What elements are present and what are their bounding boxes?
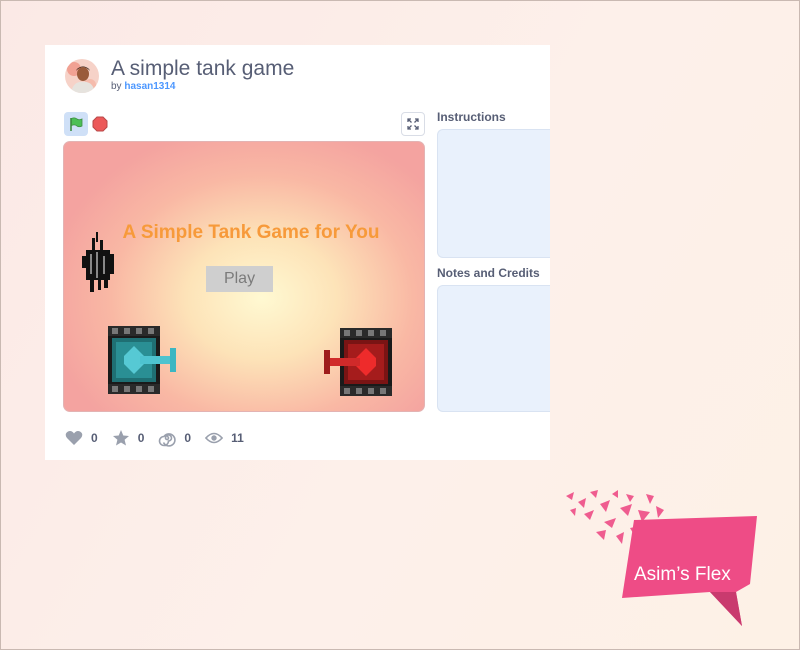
author-avatar[interactable] bbox=[65, 59, 99, 93]
author-link[interactable]: hasan1314 bbox=[124, 81, 175, 92]
green-flag-button[interactable] bbox=[64, 112, 88, 136]
project-stats: 0 0 0 11 bbox=[65, 429, 258, 447]
star-icon bbox=[112, 429, 130, 447]
love-count: 0 bbox=[91, 431, 98, 445]
red-tank-sprite bbox=[324, 328, 392, 396]
asims-flex-logo bbox=[566, 490, 757, 626]
logo-text: Asim’s Flex bbox=[634, 564, 731, 585]
view-stat: 11 bbox=[205, 429, 244, 447]
remix-swirl-icon bbox=[158, 429, 177, 447]
blue-tank-sprite bbox=[108, 326, 176, 394]
fullscreen-icon bbox=[407, 118, 419, 130]
love-stat[interactable]: 0 bbox=[65, 429, 98, 447]
instructions-panel[interactable] bbox=[437, 129, 550, 258]
fullscreen-button[interactable] bbox=[401, 112, 425, 136]
game-stage[interactable]: A Simple Tank Game for You Play bbox=[63, 141, 425, 412]
favorite-count: 0 bbox=[137, 431, 145, 445]
project-card: A simple tank game by hasan1314 A Simple… bbox=[45, 45, 550, 460]
byline: by hasan1314 bbox=[111, 81, 176, 92]
favorite-stat[interactable]: 0 bbox=[112, 429, 145, 447]
byline-prefix: by bbox=[111, 81, 122, 92]
eye-icon bbox=[205, 429, 224, 447]
green-flag-icon bbox=[70, 117, 83, 131]
view-count: 11 bbox=[231, 431, 244, 445]
stop-button[interactable] bbox=[92, 116, 108, 132]
stop-icon bbox=[92, 116, 108, 132]
project-title: A simple tank game bbox=[111, 57, 295, 80]
play-button[interactable]: Play bbox=[206, 266, 273, 292]
game-title-text: A Simple Tank Game for You bbox=[122, 222, 380, 243]
notes-label: Notes and Credits bbox=[437, 266, 540, 280]
remix-count: 0 bbox=[184, 431, 192, 445]
heart-icon bbox=[65, 429, 83, 447]
instructions-label: Instructions bbox=[437, 110, 506, 124]
remix-stat[interactable]: 0 bbox=[158, 429, 191, 447]
notes-panel[interactable] bbox=[437, 285, 550, 412]
